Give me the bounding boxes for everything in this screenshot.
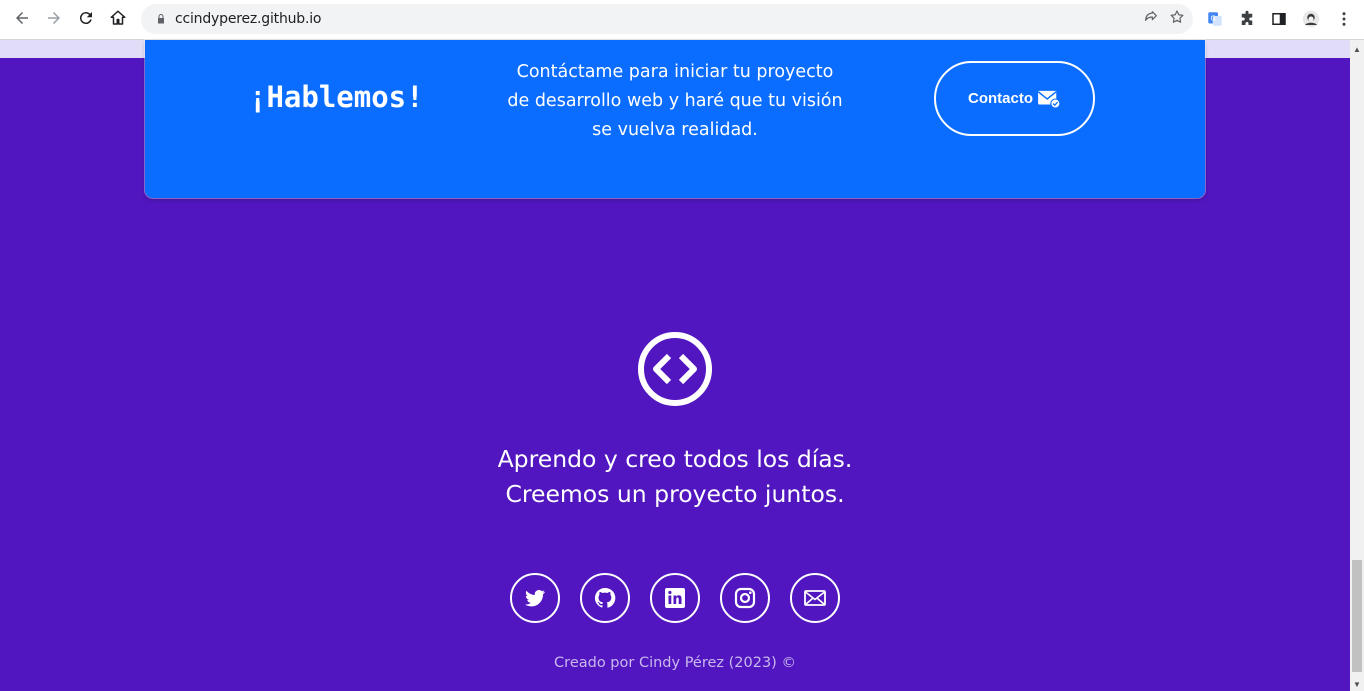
twitter-link[interactable] (510, 573, 560, 623)
linkedin-icon (665, 588, 685, 608)
arrow-right-icon (48, 12, 60, 24)
instagram-icon (734, 587, 756, 609)
tagline-line-1: Aprendo y creo todos los días. (497, 445, 853, 473)
home-icon (110, 10, 126, 25)
reload-icon (79, 12, 92, 25)
menu-kebab-icon[interactable] (1330, 4, 1358, 34)
lock-icon (147, 13, 175, 25)
back-button[interactable] (6, 2, 38, 34)
tagline-line-2: Creemos un proyecto juntos. (505, 480, 845, 508)
share-icon[interactable] (1143, 9, 1159, 30)
social-links (510, 573, 840, 623)
translate-extension-icon[interactable]: G (1201, 4, 1229, 34)
browser-toolbar: ccindyperez.github.io G (0, 0, 1364, 40)
cta-description: Contáctame para iniciar tu proyecto de d… (507, 62, 843, 140)
scroll-down-arrow-icon[interactable]: ▼ (1350, 677, 1364, 691)
footer-tagline: Aprendo y creo todos los días. Creemos u… (400, 442, 950, 512)
arrow-left-icon (16, 12, 28, 24)
address-bar[interactable]: ccindyperez.github.io (141, 4, 1193, 34)
page-scrollbar[interactable]: ▲ ▼ (1350, 40, 1364, 691)
profile-avatar[interactable] (1297, 4, 1325, 34)
svg-text:G: G (1211, 15, 1216, 23)
linkedin-link[interactable] (650, 573, 700, 623)
instagram-link[interactable] (720, 573, 770, 623)
contact-cta-card: ¡Hablemos! Contáctame para iniciar tu pr… (145, 40, 1205, 198)
contact-button-label: Contacto (968, 90, 1033, 107)
email-icon (804, 590, 826, 606)
email-check-icon (1037, 90, 1061, 109)
scroll-thumb[interactable] (1352, 560, 1362, 672)
home-button[interactable] (102, 2, 134, 34)
reload-button[interactable] (70, 2, 102, 34)
bookmark-star-icon[interactable] (1169, 9, 1185, 30)
footer-credit: Creado por Cindy Pérez (2023) © (554, 655, 796, 671)
email-link[interactable] (790, 573, 840, 623)
github-icon (594, 587, 616, 608)
cta-title: ¡Hablemos! (249, 80, 424, 114)
code-logo-icon (638, 332, 712, 406)
extensions-puzzle-icon[interactable] (1233, 4, 1261, 34)
forward-button[interactable] (38, 2, 70, 34)
side-panel-icon[interactable] (1265, 4, 1293, 34)
contact-button[interactable]: Contacto (934, 61, 1095, 136)
url-text: ccindyperez.github.io (175, 11, 322, 27)
github-link[interactable] (580, 573, 630, 623)
scroll-up-arrow-icon[interactable]: ▲ (1350, 42, 1364, 56)
twitter-icon (525, 589, 545, 607)
